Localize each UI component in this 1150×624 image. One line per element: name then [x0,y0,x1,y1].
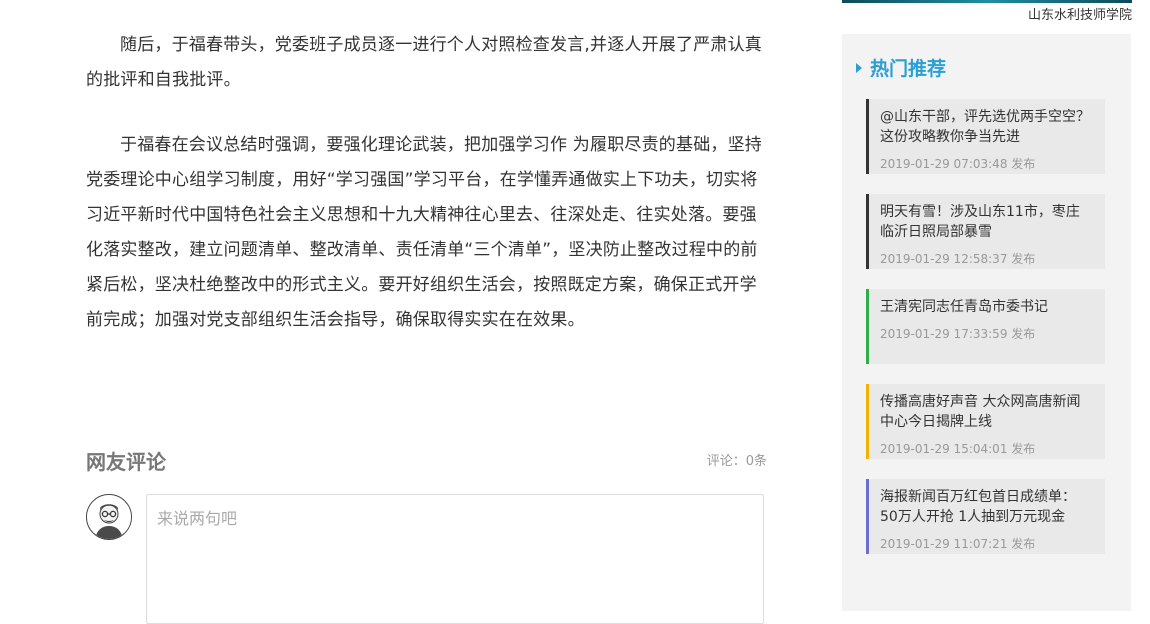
user-avatar-icon [86,494,132,540]
article-paragraph: 随后，于福春带头，党委班子成员逐一进行个人对照检查发言,并逐人开展了严肃认真的批… [86,35,763,90]
news-item[interactable]: 传播高唐好声音 大众网高唐新闻中心今日揭牌上线 2019-01-29 15:04… [866,384,1105,459]
triangle-right-icon [856,62,862,73]
news-item[interactable]: 明天有雪！涉及山东11市，枣庄临沂日照局部暴雪 2019-01-29 12:58… [866,194,1105,269]
news-time: 2019-01-29 11:07:21 发布 [880,537,1036,551]
article-body: 随后，于福春带头，党委班子成员逐一进行个人对照检查发言,并逐人开展了严肃认真的批… [86,28,768,338]
news-title[interactable]: 海报新闻百万红包首日成绩单：50万人开抢 1人抽到万元现金 [880,487,1093,527]
article-paragraph: 于福春在会议总结时强调，要强化理论武装，把加强学习作 为履职尽责的基础，坚持党委… [86,135,763,330]
news-title[interactable]: @山东干部，评先选优两手空空？这份攻略教你争当先进 [880,107,1093,147]
sidebar-hot-recommend: 热门推荐 @山东干部，评先选优两手空空？这份攻略教你争当先进 2019-01-2… [842,34,1131,611]
comments-header: 网友评论 评论：0条 [86,444,767,476]
comments-count-unit: 条 [753,454,767,469]
comments-count-number: 0 [745,454,754,469]
banner-image[interactable] [842,0,1132,3]
news-title[interactable]: 王清宪同志任青岛市委书记 [880,297,1093,317]
comment-input[interactable] [146,494,764,624]
news-time: 2019-01-29 07:03:48 发布 [880,157,1036,171]
news-item[interactable]: 海报新闻百万红包首日成绩单：50万人开抢 1人抽到万元现金 2019-01-29… [866,479,1105,554]
sidebar-title: 热门推荐 [856,54,946,81]
news-time: 2019-01-29 15:04:01 发布 [880,442,1036,456]
news-title[interactable]: 明天有雪！涉及山东11市，枣庄临沂日照局部暴雪 [880,202,1093,242]
news-title[interactable]: 传播高唐好声音 大众网高唐新闻中心今日揭牌上线 [880,392,1093,432]
banner-caption[interactable]: 山东水利技师学院 [842,4,1132,23]
news-time: 2019-01-29 12:58:37 发布 [880,252,1036,266]
news-item[interactable]: @山东干部，评先选优两手空空？这份攻略教你争当先进 2019-01-29 07:… [866,99,1105,174]
comments-count-label: 评论： [706,454,746,469]
comments-count: 评论：0条 [707,450,767,469]
news-item[interactable]: 王清宪同志任青岛市委书记 2019-01-29 17:33:59 发布 [866,289,1105,364]
news-time: 2019-01-29 17:33:59 发布 [880,327,1036,341]
comments-title: 网友评论 [86,450,166,474]
sidebar-title-label: 热门推荐 [870,58,947,80]
